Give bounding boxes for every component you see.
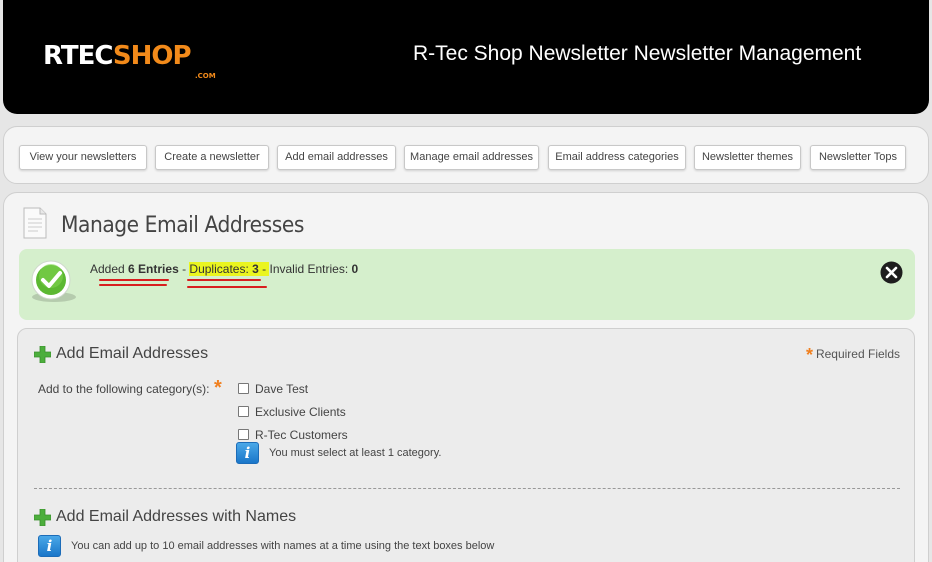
nav-create-newsletter-button[interactable]: Create a newsletter	[155, 145, 269, 170]
nav-panel: View your newsletters Create a newslette…	[3, 126, 929, 184]
message-separator: -	[258, 262, 270, 276]
required-star-icon: *	[805, 345, 813, 365]
annotation-underline	[187, 286, 267, 288]
success-message-text: Added 6 Entries - Duplicates: 3 - Invali…	[90, 262, 358, 276]
annotation-underline	[187, 279, 261, 281]
category-option-r-tec-customers[interactable]: R-Tec Customers	[238, 426, 348, 442]
category-option-label: Exclusive Clients	[255, 405, 346, 419]
close-icon[interactable]	[880, 261, 903, 284]
plus-icon	[34, 346, 51, 363]
added-count: 6 Entries	[128, 262, 179, 276]
rtecshop-logo[interactable]: RTECSHOP .COM	[43, 41, 233, 80]
plus-icon	[34, 509, 51, 526]
site-title: R-Tec Shop Newsletter Newsletter Managem…	[413, 42, 862, 65]
section-title-add-email-addresses: Add Email Addresses	[56, 345, 209, 362]
category-checkbox[interactable]	[238, 429, 249, 440]
nav-view-newsletters-button[interactable]: View your newsletters	[19, 145, 147, 170]
annotation-underline	[99, 284, 167, 286]
required-star-icon: *	[214, 377, 222, 399]
page-title: Manage Email Addresses	[61, 213, 304, 238]
category-checkbox[interactable]	[238, 383, 249, 394]
section-title-add-with-names: Add Email Addresses with Names	[56, 508, 297, 525]
document-icon	[23, 207, 47, 239]
info-icon: i	[236, 442, 259, 464]
add-email-form: Add Email Addresses * Required Fields Add…	[17, 328, 915, 562]
nav-newsletter-tops-button[interactable]: Newsletter Tops	[810, 145, 906, 170]
main-panel: Manage Email Addresses Added 6 Entries -…	[3, 192, 929, 562]
nav-email-address-categories-button[interactable]: Email address categories	[548, 145, 686, 170]
nav-newsletter-themes-button[interactable]: Newsletter themes	[694, 145, 801, 170]
category-option-exclusive-clients[interactable]: Exclusive Clients	[238, 403, 346, 419]
category-option-label: R-Tec Customers	[255, 428, 348, 442]
logo-text-shop: SHOP	[112, 41, 192, 71]
category-checkbox[interactable]	[238, 406, 249, 417]
category-option-dave-test[interactable]: Dave Test	[238, 380, 308, 396]
nav-manage-email-addresses-button[interactable]: Manage email addresses	[404, 145, 539, 170]
duplicates-count: 3	[252, 262, 259, 276]
annotation-underline	[99, 279, 169, 281]
category-option-label: Dave Test	[255, 382, 309, 396]
logo-text-rtec: RTEC	[43, 41, 114, 71]
added-prefix: Added	[90, 262, 129, 276]
category-label: Add to the following category(s):	[38, 382, 210, 396]
message-separator: -	[178, 262, 190, 276]
section-divider	[34, 488, 900, 489]
category-hint: You must select at least 1 category.	[269, 447, 442, 459]
required-fields-note: * Required Fields	[806, 345, 900, 366]
success-message-box: Added 6 Entries - Duplicates: 3 - Invali…	[19, 249, 915, 320]
names-hint: You can add up to 10 email addresses wit…	[71, 540, 495, 552]
logo-text-com: .COM	[195, 72, 216, 80]
info-icon: i	[38, 535, 61, 557]
required-fields-label: Required Fields	[815, 347, 900, 361]
duplicates-label: Duplicates:	[189, 262, 253, 276]
invalid-count: 0	[351, 262, 359, 276]
invalid-label: Invalid Entries:	[269, 262, 352, 276]
nav-add-email-addresses-button[interactable]: Add email addresses	[277, 145, 396, 170]
success-check-icon	[31, 260, 76, 302]
site-header: RTECSHOP .COM R-Tec Shop Newsletter News…	[3, 0, 929, 114]
